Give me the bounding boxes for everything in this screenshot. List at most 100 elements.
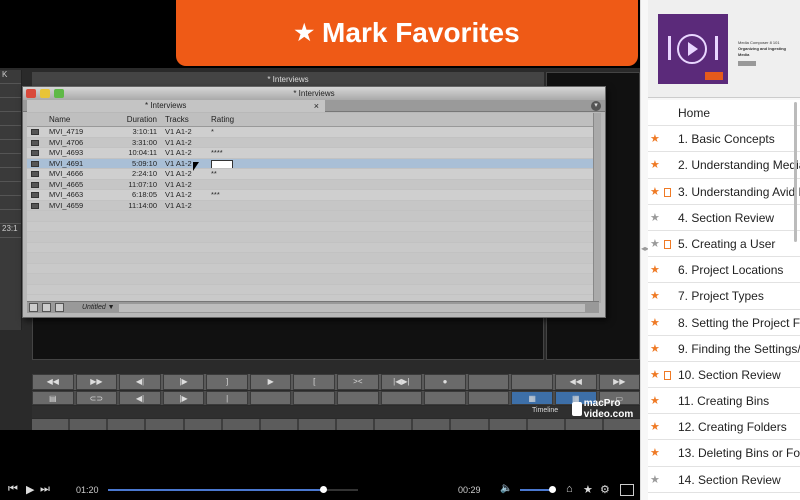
favorite-star-icon[interactable]: ★ xyxy=(650,257,660,282)
frame-view-icon[interactable] xyxy=(55,303,64,312)
lesson-item[interactable]: ★ 8. Setting the Project Fo xyxy=(648,310,800,336)
clip-rating[interactable]: **** xyxy=(207,148,267,158)
favorite-star-icon[interactable]: ★ xyxy=(650,152,660,177)
transport-button[interactable] xyxy=(293,391,336,405)
next-icon[interactable]: ⏭ xyxy=(40,483,50,496)
timeline-tool[interactable] xyxy=(451,419,488,430)
favorite-star-icon[interactable]: ★ xyxy=(583,483,593,496)
star-outline-icon[interactable]: ★ xyxy=(650,231,660,256)
transport-button[interactable] xyxy=(424,391,466,405)
timeline-tool[interactable] xyxy=(260,419,297,430)
transport-button[interactable]: ◀| xyxy=(119,391,161,405)
home-icon[interactable]: ⌂ xyxy=(566,483,573,495)
transport-button[interactable]: ▤ xyxy=(32,391,74,405)
column-header-name[interactable]: Name xyxy=(45,113,115,126)
timeline-tool[interactable] xyxy=(298,419,335,430)
clip-rating[interactable] xyxy=(207,180,267,190)
maximize-window-button[interactable] xyxy=(54,89,64,98)
favorite-star-icon[interactable]: ★ xyxy=(650,126,660,151)
brief-view-icon[interactable] xyxy=(29,303,38,312)
timeline-tool[interactable] xyxy=(413,419,450,430)
table-row[interactable]: MVI_4659 11:14:00 V1 A1-2 xyxy=(27,200,593,211)
bin-table[interactable]: Name Duration Tracks Rating MVI_4719 3:10… xyxy=(27,113,593,303)
fullscreen-icon[interactable] xyxy=(620,484,634,496)
transport-button[interactable] xyxy=(511,374,553,390)
timeline-tool[interactable] xyxy=(70,419,107,430)
bin-titlebar[interactable]: * Interviews xyxy=(23,87,605,100)
lesson-item[interactable]: ★ 5. Creating a User xyxy=(648,231,800,258)
transport-button[interactable]: >< xyxy=(337,374,379,390)
lesson-list-scrollbar[interactable] xyxy=(794,102,797,242)
transport-button[interactable] xyxy=(337,391,379,405)
transport-button[interactable]: | xyxy=(206,391,248,405)
close-icon[interactable]: × xyxy=(314,100,319,112)
transport-button[interactable]: |▶ xyxy=(162,391,205,405)
clip-rating[interactable] xyxy=(207,159,267,168)
progress-thumb[interactable] xyxy=(320,486,327,493)
clip-rating[interactable]: * xyxy=(207,127,267,137)
timeline-tool[interactable] xyxy=(337,419,374,430)
rating-edit-field[interactable] xyxy=(211,159,233,168)
transport-button[interactable]: ⊂⊃ xyxy=(75,391,118,405)
table-row[interactable]: MVI_4663 6:18:05 V1 A1-2 *** xyxy=(27,190,593,201)
table-row[interactable]: MVI_4691 5:09:10 V1 A1-2 xyxy=(27,158,593,169)
timeline-tool[interactable] xyxy=(184,419,221,430)
lesson-item[interactable]: ★ 3. Understanding Avid M xyxy=(648,179,800,205)
course-cover-image[interactable] xyxy=(658,14,728,84)
transport-button[interactable]: ▶▶ xyxy=(75,374,118,390)
column-header-rating[interactable]: Rating xyxy=(207,113,267,126)
previous-icon[interactable]: ⏮ xyxy=(8,483,18,496)
volume-icon[interactable]: 🔈 xyxy=(500,483,512,494)
favorite-star-icon[interactable]: ★ xyxy=(650,440,660,465)
lesson-item[interactable]: ★ 7. Project Types xyxy=(648,283,800,310)
lesson-item[interactable]: ★ 9. Finding the Settings/I xyxy=(648,336,800,362)
lesson-item[interactable]: Home xyxy=(648,100,800,127)
transport-button[interactable] xyxy=(467,391,510,405)
video-frame[interactable]: K 23:1 * Interviews * Interviews * Interv… xyxy=(0,0,640,480)
bin-view-menu[interactable]: Untitled ▼ xyxy=(82,304,115,311)
table-row[interactable]: MVI_4665 11:07:10 V1 A1-2 xyxy=(27,179,593,190)
minimize-window-button[interactable] xyxy=(40,89,50,98)
settings-icon[interactable]: ⚙ xyxy=(600,483,610,496)
play-icon[interactable]: ▶ xyxy=(26,483,34,496)
clip-rating[interactable]: ** xyxy=(207,169,267,179)
timeline-tool[interactable] xyxy=(375,419,412,430)
timeline-tool[interactable] xyxy=(527,419,564,430)
lesson-item[interactable]: ★ 12. Creating Folders xyxy=(648,414,800,441)
lesson-item[interactable]: ★ 10. Section Review xyxy=(648,362,800,389)
column-header-duration[interactable]: Duration xyxy=(115,113,161,126)
lesson-item[interactable]: ★ 1. Basic Concepts xyxy=(648,126,800,153)
table-row[interactable]: MVI_4706 3:31:00 V1 A1-2 xyxy=(27,137,593,148)
lesson-item[interactable]: ★ 6. Project Locations xyxy=(648,257,800,284)
lesson-item[interactable]: ★ 4. Section Review xyxy=(648,205,800,231)
transport-button[interactable]: ◀| xyxy=(119,374,161,390)
favorite-star-icon[interactable]: ★ xyxy=(650,388,660,413)
timeline-tool[interactable] xyxy=(565,419,602,430)
star-outline-icon[interactable]: ★ xyxy=(650,467,660,492)
transport-button[interactable]: ◀◀ xyxy=(554,374,597,390)
lesson-item[interactable]: ★ 14. Section Review xyxy=(648,467,800,493)
transport-button[interactable]: ▦ xyxy=(511,391,553,405)
transport-button[interactable]: ◀◀ xyxy=(32,374,74,390)
transport-button[interactable] xyxy=(249,391,292,405)
lesson-item[interactable]: ★ 11. Creating Bins xyxy=(648,388,800,415)
favorite-star-icon[interactable]: ★ xyxy=(650,414,660,439)
favorite-star-icon[interactable]: ★ xyxy=(650,310,660,335)
timeline-tool[interactable] xyxy=(108,419,145,430)
table-row[interactable]: MVI_4693 10:04:11 V1 A1-2 **** xyxy=(27,148,593,159)
transport-button[interactable]: ● xyxy=(424,374,466,390)
transport-button[interactable]: ▶ xyxy=(249,374,292,390)
timeline-tool[interactable] xyxy=(32,419,69,430)
transport-button[interactable]: |◀▶| xyxy=(380,374,423,390)
favorite-star-icon[interactable]: ★ xyxy=(650,179,660,204)
transport-button[interactable]: ] xyxy=(206,374,248,390)
table-row[interactable]: MVI_4666 2:24:10 V1 A1-2 ** xyxy=(27,169,593,180)
bin-vertical-scrollbar[interactable] xyxy=(593,113,601,303)
bin-horizontal-scrollbar[interactable] xyxy=(118,303,585,312)
bin-window[interactable]: * Interviews * Interviews × ▾ Name Durat… xyxy=(22,86,606,318)
transport-button[interactable] xyxy=(380,391,423,405)
bin-fast-menu-button[interactable]: ▾ xyxy=(591,101,601,111)
text-view-icon[interactable] xyxy=(42,303,51,312)
clip-rating[interactable] xyxy=(207,138,267,148)
transport-button[interactable]: [ xyxy=(293,374,336,390)
